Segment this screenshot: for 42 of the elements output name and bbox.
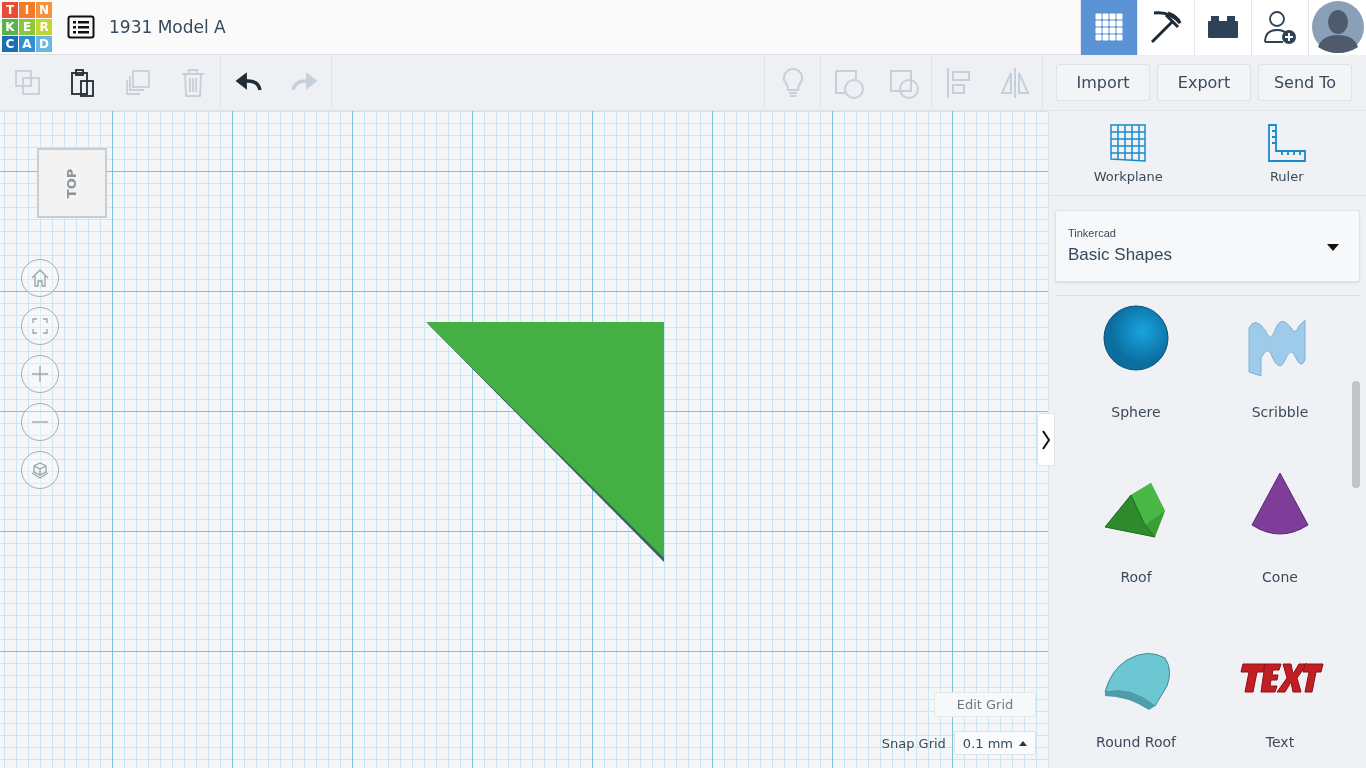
perspective-button[interactable] xyxy=(21,451,59,489)
logo-letter: T xyxy=(2,2,18,18)
logo-letter: K xyxy=(2,19,18,35)
logo-letter: A xyxy=(19,36,35,52)
brick-tab[interactable] xyxy=(1194,0,1251,55)
workplane-icon[interactable] xyxy=(1108,122,1149,163)
fit-view-button[interactable] xyxy=(21,307,59,345)
export-button[interactable]: Export xyxy=(1157,64,1251,101)
cube-icon[interactable] xyxy=(30,460,50,480)
brick-icon[interactable] xyxy=(1207,15,1239,39)
logo-letter: R xyxy=(36,19,52,35)
grid-icon[interactable] xyxy=(1095,13,1123,41)
snap-grid-dropdown[interactable]: 0.1 mm xyxy=(953,731,1036,755)
edit-grid-button[interactable]: Edit Grid xyxy=(934,692,1036,717)
fit-view-icon[interactable] xyxy=(30,316,50,336)
logo-letter: C xyxy=(2,36,18,52)
zoom-in-icon[interactable] xyxy=(30,364,50,384)
logo-letter: I xyxy=(19,2,35,18)
add-user-tab[interactable] xyxy=(1251,0,1308,55)
scrollbar[interactable] xyxy=(1352,381,1360,488)
home-button[interactable] xyxy=(21,259,59,297)
home-icon[interactable] xyxy=(30,268,50,288)
user-avatar[interactable] xyxy=(1308,0,1366,55)
pickaxe-tab[interactable] xyxy=(1137,0,1194,55)
list-icon[interactable] xyxy=(67,15,95,39)
ruler-tool[interactable]: Ruler xyxy=(1207,111,1366,195)
add-user-icon[interactable] xyxy=(1263,9,1297,45)
send-to-button[interactable]: Send To xyxy=(1258,64,1352,101)
logo-letter: E xyxy=(19,19,35,35)
workplane-tool[interactable]: Workplane xyxy=(1049,111,1208,195)
ruler-icon[interactable] xyxy=(1266,122,1307,163)
logo-letter: N xyxy=(36,2,52,18)
shape-library-dropdown[interactable]: Tinkercad Basic Shapes xyxy=(1055,210,1360,282)
snap-grid-label: Snap Grid xyxy=(881,735,946,751)
zoom-in-button[interactable] xyxy=(21,355,59,393)
design-title[interactable]: 1931 Model A xyxy=(109,17,226,37)
logo-letter: D xyxy=(36,36,52,52)
collapse-handle[interactable] xyxy=(1037,413,1055,466)
workplane-grid[interactable]: TOP Edit Grid Snap Grid 0.1 mm xyxy=(0,111,1048,768)
zoom-out-button[interactable] xyxy=(21,403,59,441)
pickaxe-icon[interactable] xyxy=(1148,9,1184,45)
import-button[interactable]: Import xyxy=(1056,64,1150,101)
